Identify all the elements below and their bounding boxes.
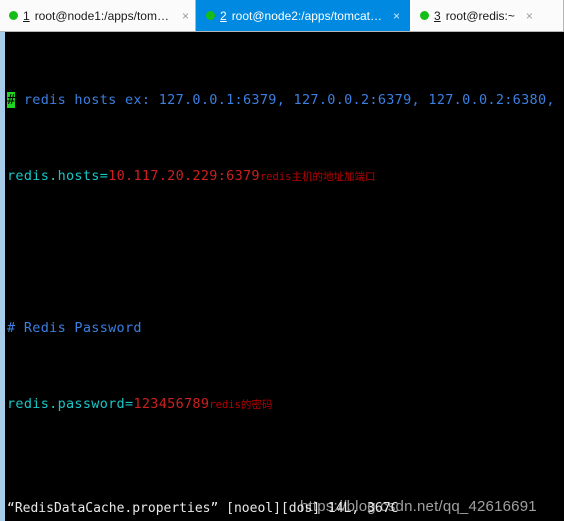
editor-line-blank	[7, 471, 564, 490]
tab-status-dot-icon	[9, 11, 18, 20]
annotation-note: redis主机的地址加端口	[259, 171, 376, 183]
tab-number: 1	[23, 8, 30, 23]
tab-1-root-node1[interactable]: 1 root@node1:/apps/tomcat/… ×	[0, 0, 196, 31]
annotation-note: redis的密码	[209, 399, 273, 411]
status-sep-1	[218, 501, 226, 516]
tab-2-root-node2[interactable]: 2 root@node2:/apps/tomcat… ×	[196, 0, 410, 31]
editor-line-blank	[7, 243, 564, 262]
tab-close-icon[interactable]: ×	[182, 10, 189, 22]
status-sep-2	[320, 501, 328, 516]
editor-line: # redis hosts ex: 127.0.0.1:6379, 127.0.…	[7, 91, 564, 110]
tab-status-dot-icon	[206, 11, 215, 20]
comment-text: redis hosts ex: 127.0.0.1:6379, 127.0.0.…	[15, 92, 564, 108]
comment-text: # Redis Password	[7, 320, 142, 336]
editor-line: redis.password=123456789redis的密码	[7, 395, 564, 414]
property-value: 10.117.20.229:6379	[108, 168, 260, 184]
tab-status-dot-icon	[420, 11, 429, 20]
terminal-screen[interactable]: # redis hosts ex: 127.0.0.1:6379, 127.0.…	[0, 32, 564, 521]
vim-status-line: “RedisDataCache.properties” [noeol][dos]…	[7, 500, 564, 518]
tab-label: root@node1:/apps/tomcat/…	[34, 8, 171, 23]
property-value: 123456789	[133, 396, 210, 412]
tab-label: root@node2:/apps/tomcat…	[231, 8, 382, 23]
tab-close-icon[interactable]: ×	[393, 10, 400, 22]
property-key: redis.hosts	[7, 168, 100, 184]
status-filename: “RedisDataCache.properties”	[7, 501, 219, 516]
tab-label: root@redis:~	[445, 8, 515, 23]
property-equals: =	[99, 168, 109, 184]
vim-text-area[interactable]: # redis hosts ex: 127.0.0.1:6379, 127.0.…	[7, 34, 564, 521]
editor-line: redis.hosts=10.117.20.229:6379redis主机的地址…	[7, 167, 564, 186]
tab-close-icon[interactable]: ×	[526, 10, 533, 22]
vertical-scrollbar[interactable]	[0, 32, 5, 521]
property-key: redis.password	[7, 396, 125, 412]
terminal-tab-bar: 1 root@node1:/apps/tomcat/… × 2 root@nod…	[0, 0, 564, 32]
editor-line: # Redis Password	[7, 319, 564, 338]
tab-number: 3	[434, 8, 441, 23]
status-counts: 14L, 367C	[327, 501, 399, 516]
status-flags: [noeol][dos]	[226, 501, 321, 516]
tab-3-root-redis[interactable]: 3 root@redis:~ ×	[410, 0, 564, 31]
tab-number: 2	[220, 8, 227, 23]
